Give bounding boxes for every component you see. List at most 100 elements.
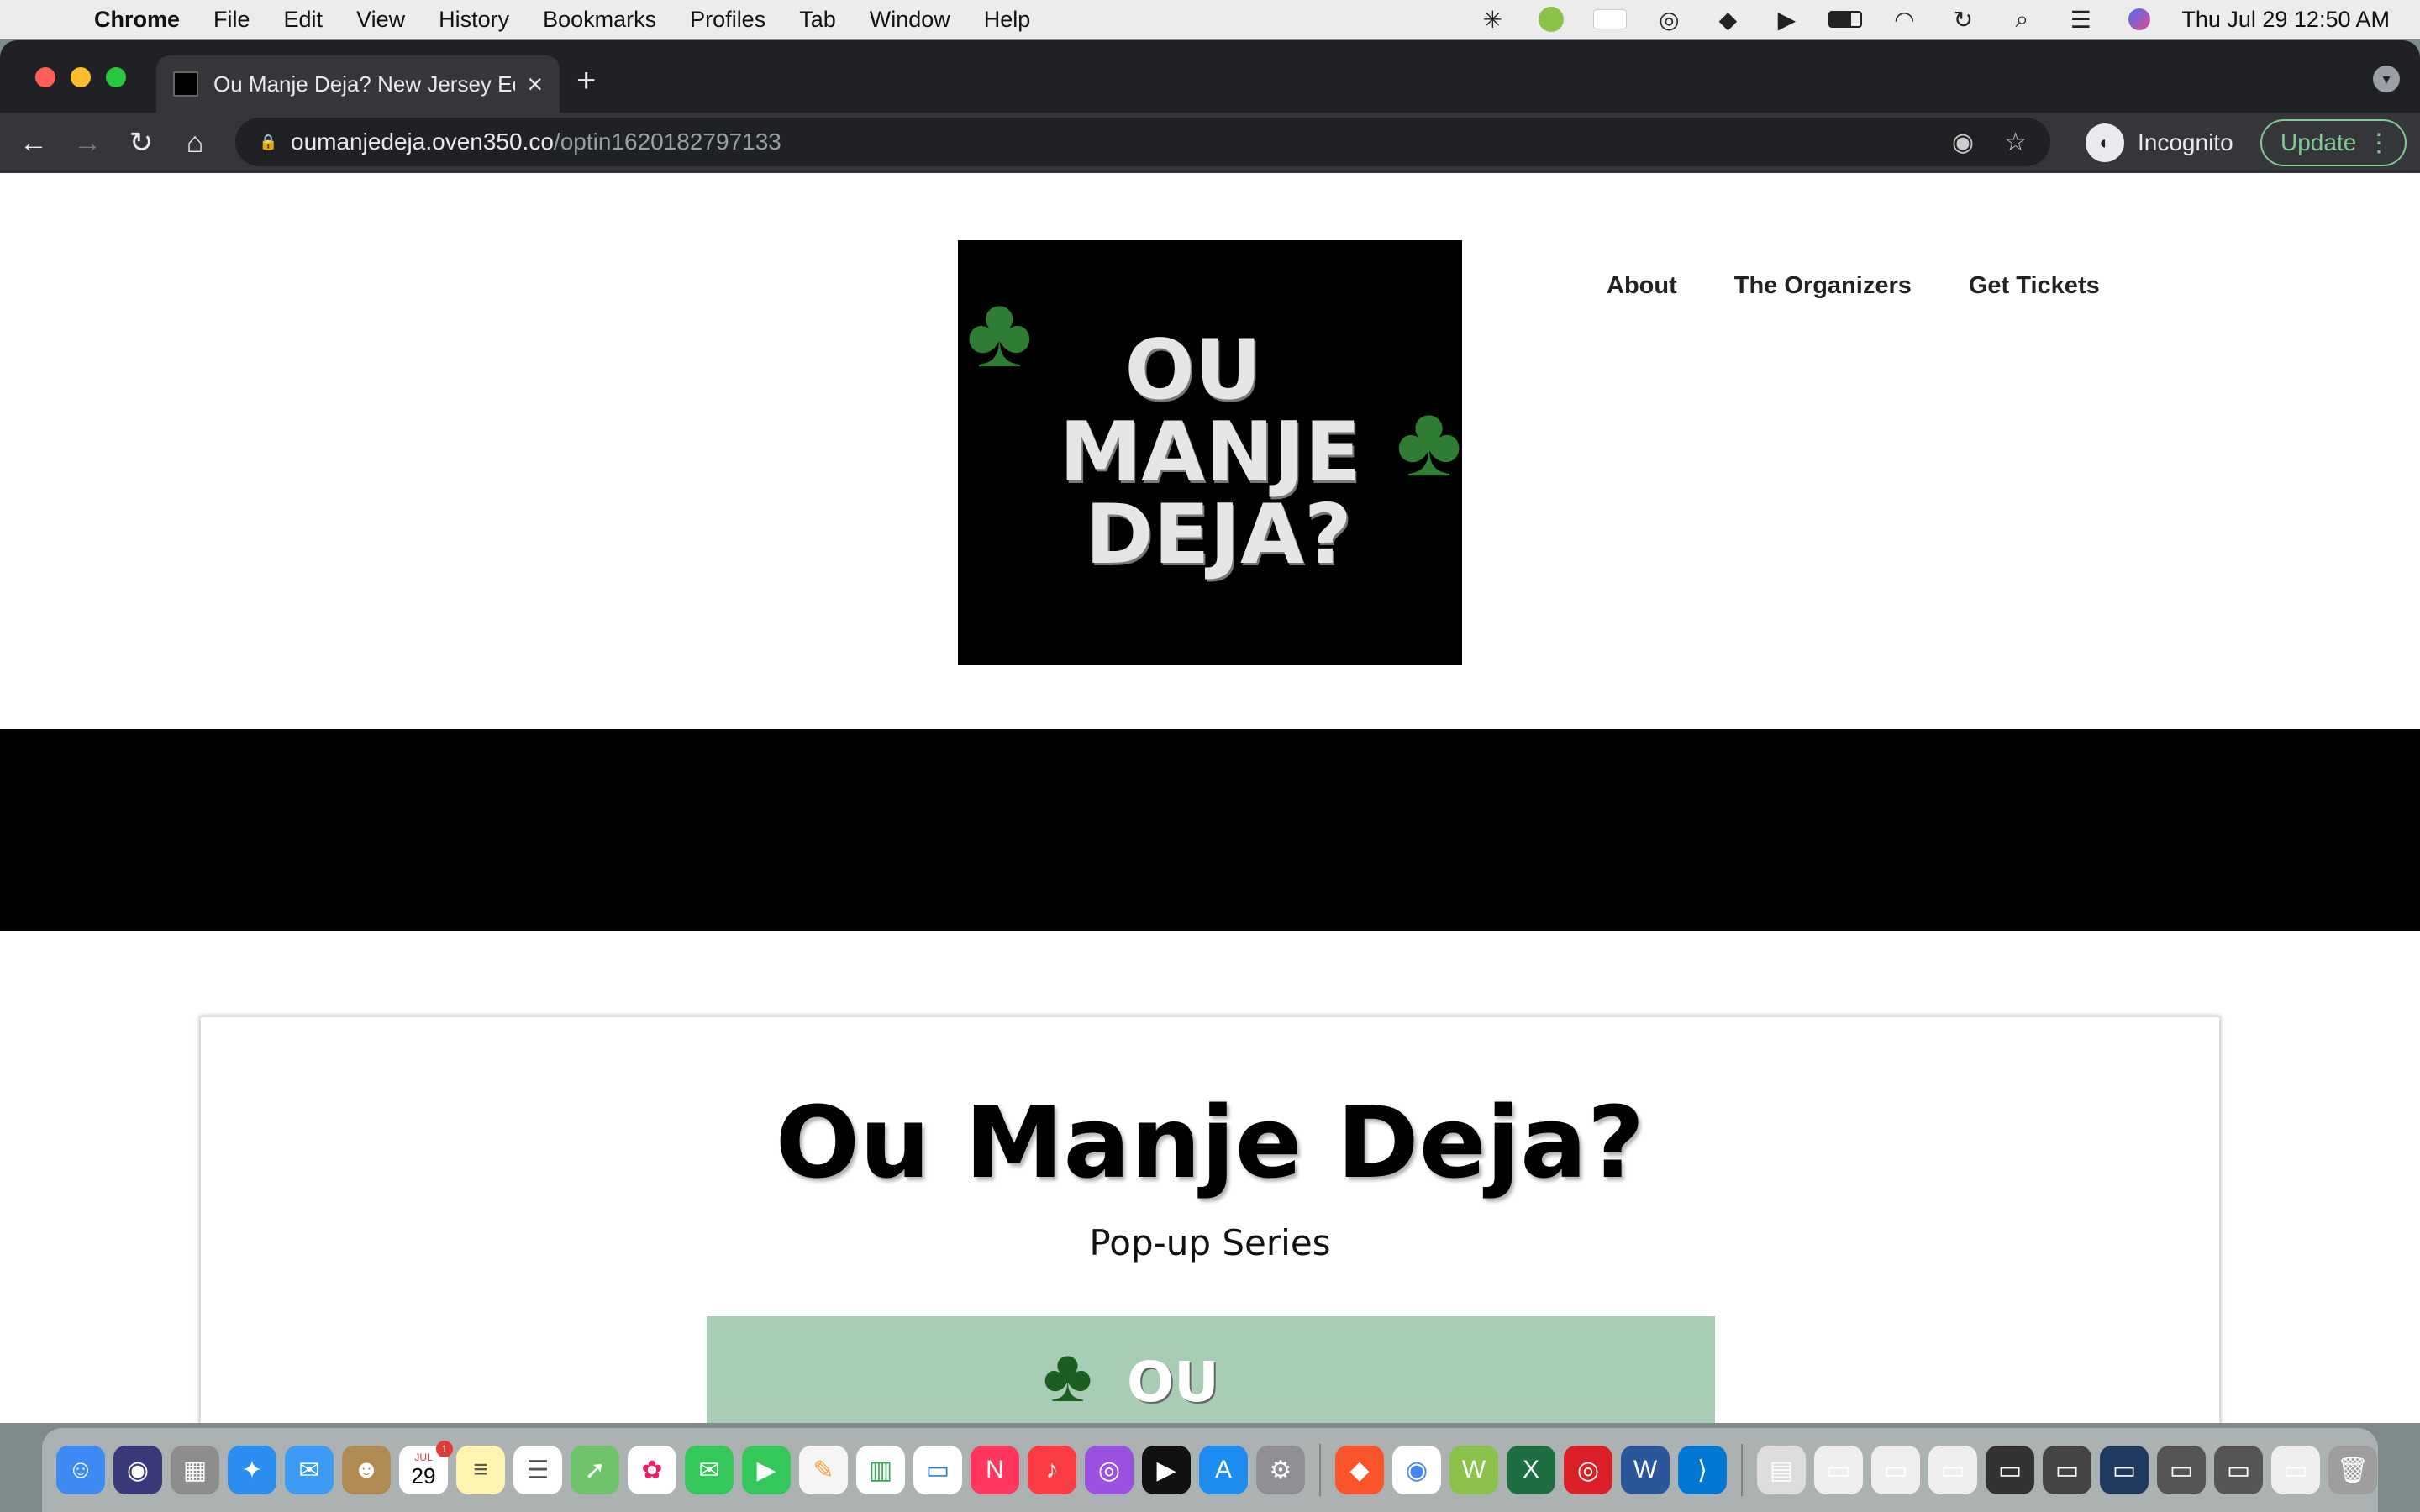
browser-window: Ou Manje Deja? New Jersey Ed × + ▾ ← → ↻… xyxy=(0,40,2420,1423)
chrome-icon[interactable]: ◉ xyxy=(1392,1446,1441,1494)
creative-cloud-icon[interactable]: ◎ xyxy=(1652,7,1686,33)
nav-about[interactable]: About xyxy=(1607,272,1677,300)
menu-help[interactable]: Help xyxy=(984,7,1031,33)
nav-get-tickets[interactable]: Get Tickets xyxy=(1969,272,2100,300)
app-store-icon[interactable]: A xyxy=(1199,1446,1248,1494)
siri-icon[interactable] xyxy=(2123,7,2156,32)
menu-view[interactable]: View xyxy=(356,7,405,33)
minimized-window-icon[interactable]: ▭ xyxy=(2043,1446,2091,1494)
photos-icon[interactable]: ✿ xyxy=(628,1446,676,1494)
tab-strip: Ou Manje Deja? New Jersey Ed × + ▾ xyxy=(0,40,2420,113)
menu-app-name[interactable]: Chrome xyxy=(94,7,180,33)
menu-edit[interactable]: Edit xyxy=(284,7,324,33)
minimized-window-icon[interactable]: ▭ xyxy=(2214,1446,2263,1494)
logo-line: MANJE xyxy=(1059,405,1361,501)
event-image-text: OU xyxy=(1127,1350,1219,1415)
menu-profiles[interactable]: Profiles xyxy=(690,7,765,33)
menu-bookmarks[interactable]: Bookmarks xyxy=(543,7,656,33)
home-button[interactable]: ⌂ xyxy=(175,123,215,163)
w-app-icon[interactable]: W xyxy=(1449,1446,1498,1494)
address-bar[interactable]: 🔒 oumanjedeja.oven350.co/optin1620182797… xyxy=(235,118,2050,166)
minimized-window-icon[interactable]: ▭ xyxy=(1871,1446,1920,1494)
content-card: Ou Manje Deja? Pop-up Series ♣ OU xyxy=(200,1016,2220,1423)
tracking-blocked-eye-icon[interactable]: ◉ xyxy=(1952,128,1974,157)
url-path: /optin1620182797133 xyxy=(553,129,781,155)
logo-line: DEJA? xyxy=(1085,487,1352,583)
time-machine-icon[interactable]: ↻ xyxy=(1946,7,1980,33)
notes-icon[interactable]: ≡ xyxy=(456,1446,505,1494)
minimized-window-icon[interactable]: ▭ xyxy=(2271,1446,2320,1494)
wifi-icon[interactable]: ◠ xyxy=(1887,7,1921,33)
lock-icon[interactable]: 🔒 xyxy=(259,134,277,150)
brave-browser-icon[interactable]: ◆ xyxy=(1335,1446,1384,1494)
update-button[interactable]: Update ⋮ xyxy=(2260,119,2407,166)
downloads-stack-icon[interactable]: ▤ xyxy=(1757,1446,1806,1494)
menu-window[interactable]: Window xyxy=(870,7,950,33)
site-logo[interactable]: ♣ ♣ OU MANJE DEJA? xyxy=(958,240,1462,665)
browser-toolbar: ← → ↻ ⌂ 🔒 oumanjedeja.oven350.co/optin16… xyxy=(0,113,2420,173)
excel-icon[interactable]: X xyxy=(1507,1446,1555,1494)
reminders-icon[interactable]: ☰ xyxy=(513,1446,562,1494)
system-preferences-icon[interactable]: ⚙ xyxy=(1256,1446,1305,1494)
site-nav: About The Organizers Get Tickets xyxy=(1607,272,2100,300)
siri-icon[interactable]: ◉ xyxy=(113,1446,162,1494)
update-label: Update xyxy=(2281,129,2357,155)
creative-cloud-icon[interactable]: ◎ xyxy=(1564,1446,1612,1494)
keynote-icon[interactable]: ▭ xyxy=(913,1446,962,1494)
minimized-window-icon[interactable]: ▭ xyxy=(1814,1446,1863,1494)
logo-line: OU xyxy=(1124,323,1262,418)
minimized-window-icon[interactable]: ▭ xyxy=(2100,1446,2149,1494)
tab-close-icon[interactable]: × xyxy=(527,69,543,100)
mail-icon[interactable]: ✉ xyxy=(285,1446,334,1494)
word-icon[interactable]: W xyxy=(1621,1446,1670,1494)
launchpad-icon[interactable]: ▦ xyxy=(171,1446,219,1494)
trash-icon[interactable]: 🗑 xyxy=(2328,1446,2377,1494)
incognito-label: Incognito xyxy=(2138,129,2233,155)
menu-history[interactable]: History xyxy=(439,7,509,33)
palm-tree-icon: ♣ xyxy=(1043,1334,1093,1418)
bookmark-star-icon[interactable]: ☆ xyxy=(2004,128,2027,157)
minimized-window-icon[interactable]: ▭ xyxy=(2157,1446,2206,1494)
finder-icon[interactable]: ☺ xyxy=(56,1446,105,1494)
messages-icon[interactable]: ✉ xyxy=(685,1446,734,1494)
minimized-window-icon[interactable]: ▭ xyxy=(1928,1446,1977,1494)
w-app-icon[interactable] xyxy=(1534,7,1568,32)
dock-separator xyxy=(1741,1444,1743,1496)
menu-tab[interactable]: Tab xyxy=(799,7,836,33)
reload-button[interactable]: ↻ xyxy=(121,123,161,163)
safari-icon[interactable]: ✦ xyxy=(228,1446,276,1494)
more-menu-icon[interactable]: ⋮ xyxy=(2366,129,2391,158)
maps-icon[interactable]: ➚ xyxy=(571,1446,619,1494)
perplexity-icon[interactable]: ✳ xyxy=(1476,7,1509,33)
new-tab-button[interactable]: + xyxy=(576,62,596,100)
control-center-icon[interactable]: ☰ xyxy=(2064,7,2097,33)
minimize-window-button[interactable] xyxy=(71,67,91,87)
music-icon[interactable]: ♪ xyxy=(1028,1446,1076,1494)
tab-search-icon[interactable]: ▾ xyxy=(2373,66,2400,92)
zoom-window-button[interactable] xyxy=(106,67,126,87)
display-icon[interactable] xyxy=(1593,7,1628,32)
back-button[interactable]: ← xyxy=(13,123,54,163)
minimized-window-icon[interactable]: ▭ xyxy=(1986,1446,2034,1494)
active-tab[interactable]: Ou Manje Deja? New Jersey Ed × xyxy=(156,55,560,113)
play-icon[interactable]: ▶ xyxy=(1770,7,1803,33)
menu-clock[interactable]: Thu Jul 29 12:50 AM xyxy=(2181,7,2390,33)
numbers-icon[interactable]: ▥ xyxy=(856,1446,905,1494)
battery-icon[interactable] xyxy=(1828,7,1863,32)
menu-file[interactable]: File xyxy=(213,7,250,33)
news-icon[interactable]: N xyxy=(971,1446,1019,1494)
facetime-icon[interactable]: ▶ xyxy=(742,1446,791,1494)
nav-organizers[interactable]: The Organizers xyxy=(1734,272,1912,300)
vscode-icon[interactable]: ⟩ xyxy=(1678,1446,1727,1494)
hero-banner xyxy=(0,729,2420,931)
calendar-icon[interactable]: JUL 29 1 xyxy=(399,1441,453,1494)
dropbox-icon[interactable]: ◆ xyxy=(1711,7,1744,33)
apple-tv-icon[interactable]: ▶ xyxy=(1142,1446,1191,1494)
contacts-icon[interactable]: ☻ xyxy=(342,1446,391,1494)
pages-icon[interactable]: ✎ xyxy=(799,1446,848,1494)
spotlight-search-icon[interactable]: ⌕ xyxy=(2005,6,2039,32)
incognito-indicator[interactable]: ◐ Incognito xyxy=(2086,119,2233,166)
forward-button[interactable]: → xyxy=(67,123,108,163)
podcasts-icon[interactable]: ◎ xyxy=(1085,1446,1134,1494)
close-window-button[interactable] xyxy=(35,67,55,87)
